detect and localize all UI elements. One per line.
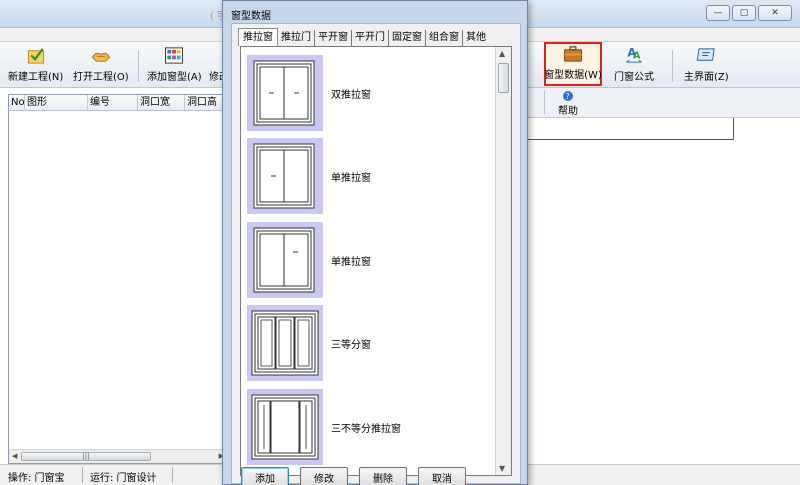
help-icon: ? — [563, 91, 573, 101]
formula-icon: A A — [626, 46, 642, 63]
column-header[interactable]: No — [9, 95, 25, 110]
toolbar-separator — [138, 50, 139, 82]
item-label: 三不等分推拉窗 — [331, 423, 401, 435]
list-item[interactable]: 单推拉窗 — [247, 138, 487, 214]
column-header[interactable]: 洞口宽 — [138, 95, 185, 110]
formula-button[interactable]: A A 门窗公式 — [614, 46, 654, 86]
list-item[interactable]: 三等分窗 — [247, 305, 487, 381]
item-label: 单推拉窗 — [331, 172, 371, 184]
item-label: 单推拉窗 — [331, 256, 371, 268]
monitor-icon — [697, 48, 716, 61]
secondary-toolbar: ? 帮助 — [528, 88, 800, 118]
formula-label: 门窗公式 — [614, 72, 654, 83]
tab-fixed-window[interactable]: 固定窗 — [389, 30, 426, 46]
list-item[interactable]: 三不等分推拉窗 — [247, 389, 487, 465]
window-grid-icon — [165, 47, 184, 64]
scroll-up-icon[interactable]: ▲ — [499, 49, 505, 58]
tab-other[interactable]: 其他 — [463, 30, 489, 46]
horizontal-scrollbar[interactable]: ◀ ||| ▶ — [9, 449, 227, 463]
item-label: 三等分窗 — [331, 339, 371, 351]
maximize-button[interactable]: ▢ — [732, 5, 756, 21]
window-thumbnail — [247, 55, 323, 131]
open-project-button[interactable]: 打开工程(O) — [73, 46, 129, 86]
svg-text:?: ? — [566, 92, 570, 101]
close-button[interactable]: ✕ — [758, 5, 792, 21]
add-window-label: 添加窗型(A) — [147, 72, 202, 83]
cancel-button[interactable]: 取消 — [418, 467, 466, 485]
add-button[interactable]: 添加 — [241, 467, 289, 485]
dialog-title: 窗型数据 — [231, 11, 271, 22]
delete-button[interactable]: 删除 — [359, 467, 407, 485]
column-header[interactable]: 编号 — [88, 95, 138, 110]
open-project-label: 打开工程(O) — [73, 72, 129, 83]
scroll-left-icon[interactable]: ◀ — [12, 452, 17, 460]
svg-text:A: A — [633, 50, 641, 61]
window-data-dialog: 窗型数据 推拉窗 推拉门 平开窗 平开门 固定窗 组合窗 其他 双推拉窗 单推拉… — [222, 0, 528, 485]
briefcase-icon — [563, 46, 583, 62]
column-header[interactable]: 洞口高 — [185, 95, 227, 110]
scroll-down-icon[interactable]: ▼ — [499, 464, 505, 473]
tab-combo-window[interactable]: 组合窗 — [426, 30, 463, 46]
dialog-body: 推拉窗 推拉门 平开窗 平开门 固定窗 组合窗 其他 双推拉窗 单推拉窗 单推拉… — [231, 23, 521, 484]
dialog-button-row: 添加 修改 删除 取消 — [241, 467, 466, 485]
vertical-scrollbar[interactable]: ▲ ▼ — [495, 47, 511, 475]
window-thumbnail — [247, 222, 323, 298]
window-data-button[interactable]: 窗型数据(W) — [544, 42, 602, 86]
list-item[interactable]: 单推拉窗 — [247, 222, 487, 298]
main-screen-button[interactable]: 主界面(Z) — [684, 46, 729, 86]
toolbar-separator — [544, 90, 545, 114]
work-area — [528, 118, 800, 461]
list-item[interactable]: 双推拉窗 — [247, 55, 487, 131]
tab-casement-door[interactable]: 平开门 — [352, 30, 389, 46]
scroll-thumb[interactable] — [498, 63, 509, 93]
main-screen-label: 主界面(Z) — [684, 72, 729, 83]
minimize-button[interactable]: — — [706, 5, 730, 21]
window-type-list: 双推拉窗 单推拉窗 单推拉窗 三等分窗 三不等分推拉窗 ▲ ▼ — [240, 46, 512, 476]
help-label: 帮助 — [558, 106, 578, 117]
tab-casement-window[interactable]: 平开窗 — [315, 30, 352, 46]
window-data-label: 窗型数据(W) — [544, 70, 602, 81]
help-button[interactable]: ? 帮助 — [558, 90, 578, 117]
window-thumbnail — [247, 305, 323, 381]
tab-strip: 推拉窗 推拉门 平开窗 平开门 固定窗 组合窗 其他 — [238, 28, 489, 46]
work-area-frame — [528, 118, 734, 140]
status-divider — [172, 467, 173, 483]
item-label: 双推拉窗 — [331, 89, 371, 101]
handshake-icon — [91, 52, 110, 62]
new-project-icon — [27, 48, 44, 64]
new-project-label: 新建工程(N) — [8, 72, 64, 83]
window-thumbnail — [247, 389, 323, 465]
tab-sliding-window[interactable]: 推拉窗 — [238, 28, 278, 46]
tab-sliding-door[interactable]: 推拉门 — [278, 30, 315, 46]
run-status: 运行: 门窗设计 — [90, 473, 157, 484]
toolbar-separator — [672, 50, 673, 82]
scroll-thumb[interactable]: ||| — [21, 452, 151, 461]
table-header: No 图形 编号 洞口宽 洞口高 — [9, 95, 227, 111]
add-window-button[interactable]: 添加窗型(A) — [147, 46, 202, 86]
operator-status: 操作: 门窗宝 — [8, 473, 65, 484]
status-divider — [82, 467, 83, 483]
modify-item-button[interactable]: 修改 — [300, 467, 348, 485]
new-project-button[interactable]: 新建工程(N) — [8, 46, 63, 86]
window-thumbnail — [247, 138, 323, 214]
column-header[interactable]: 图形 — [25, 95, 88, 110]
project-table: No 图形 编号 洞口宽 洞口高 ◀ ||| ▶ — [8, 94, 228, 464]
window-controls: — ▢ ✕ — [706, 5, 792, 21]
